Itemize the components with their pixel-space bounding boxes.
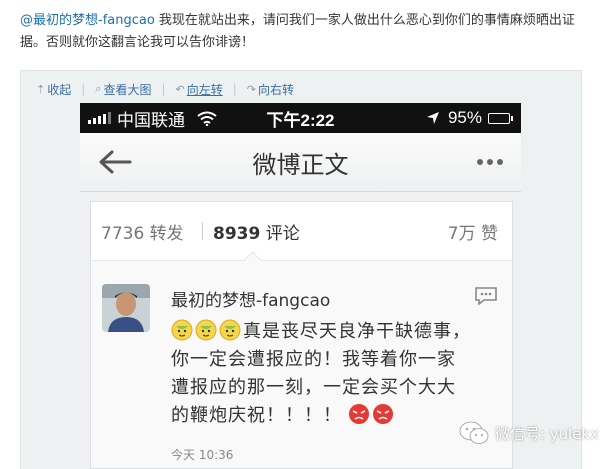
magnifier-icon: ⌕ [95,82,102,95]
toolbar-separator: | [232,82,237,96]
location-icon [426,112,439,124]
tab-likes[interactable]: 7万 赞 [448,219,498,244]
wechat-logo-icon [459,421,489,444]
reply-comment-icon[interactable] [474,286,498,306]
tab-comments[interactable]: 8939 评论 [213,219,300,244]
toolbar-separator: | [161,82,166,96]
more-options-icon[interactable] [477,159,503,165]
mention-link[interactable]: @最初的梦想-fangcao [20,13,155,28]
post-text: @最初的梦想-fangcao 我现在就站出来，请问我们一家人做出什么恶心到你们的… [20,10,595,54]
weibo-detail-card: 7736 转发 8939 评论 7万 赞 最初的梦想-fangcao 真是丧尽天… [90,201,513,469]
battery-percent: 95% [447,108,482,127]
comment-count: 8939 [213,223,261,244]
collapse-button[interactable]: ⇡ 收起 [36,81,71,98]
sick-face-emoji-icon [219,319,241,341]
watermark-text: 微信号: yulekx [494,424,599,443]
navigation-bar: 微博正文 [80,133,521,192]
image-preview-panel: ⇡ 收起 | ⌕ 查看大图 | ↶ 向左转 | ↷ 向右转 中国联通 下午2:2… [20,70,582,469]
angry-face-emoji-icon [349,404,369,424]
phone-screenshot[interactable]: 中国联通 下午2:22 95% 微博正文 7736 转发 8939 评论 7万 … [80,103,521,469]
status-bar: 中国联通 下午2:22 95% [80,103,521,133]
rotate-right-icon: ↷ [246,82,257,96]
arrow-up-icon: ⇡ [36,82,46,96]
sick-face-emoji-icon [195,319,217,341]
comment-item: 最初的梦想-fangcao 真是丧尽天良净干缺德事，你一定会遭报应的！我等着你一… [91,272,512,468]
toolbar-separator: | [81,82,86,96]
angry-face-emoji-icon [373,404,393,424]
count-tabs: 7736 转发 8939 评论 7万 赞 [91,202,512,260]
comment-username[interactable]: 最初的梦想-fangcao [171,286,330,311]
tab-reposts[interactable]: 7736 转发 [101,219,184,244]
avatar[interactable] [102,284,150,332]
comment-label: 评论 [260,223,300,244]
page-title: 微博正文 [252,151,349,179]
rotate-right-button[interactable]: ↷ 向右转 [247,81,294,98]
tab-divider [202,222,203,240]
comment-text: 真是丧尽天良净干缺德事，你一定会遭报应的！我等着你一家遭报应的那一刻，一定会买个… [171,318,471,430]
image-toolbar: ⇡ 收起 | ⌕ 查看大图 | ↶ 向左转 | ↷ 向右转 [36,79,294,99]
rotate-left-button[interactable]: ↶ 向左转 [176,81,223,98]
view-large-button[interactable]: ⌕ 查看大图 [95,81,151,98]
wechat-watermark: 微信号: yulekx [459,420,599,446]
rotate-left-icon: ↶ [175,82,185,96]
sick-face-emoji-icon [171,319,193,341]
battery-icon [488,112,513,124]
comment-time: 今天 10:36 [171,448,234,462]
